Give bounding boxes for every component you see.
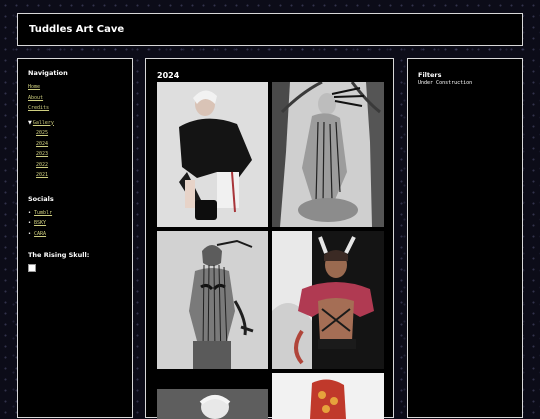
site-header: Tuddles Art Cave bbox=[17, 13, 523, 46]
nav-gallery-link[interactable]: Gallery bbox=[33, 120, 54, 126]
gallery-years: 2025 2024 2023 2022 2021 bbox=[28, 128, 122, 181]
sidebar: Navigation Home About Credits ▼Gallery 2… bbox=[17, 58, 133, 418]
cara-link[interactable]: CARA bbox=[34, 231, 46, 237]
gallery-year-2022-link[interactable]: 2022 bbox=[36, 160, 122, 171]
broken-image-icon[interactable] bbox=[28, 264, 36, 272]
gallery-year-2021-link[interactable]: 2021 bbox=[36, 170, 122, 181]
artwork-thumbnail[interactable] bbox=[272, 373, 384, 419]
socials-list: Tumblr BSKY CARA bbox=[28, 208, 122, 240]
gallery-year-2023-link[interactable]: 2023 bbox=[36, 149, 122, 160]
site-title: Tuddles Art Cave bbox=[29, 24, 125, 35]
triangle-down-icon: ▼ bbox=[28, 119, 32, 126]
year-heading: 2024 bbox=[157, 71, 180, 80]
gallery-toggle[interactable]: ▼Gallery bbox=[28, 114, 122, 129]
social-item: Tumblr bbox=[28, 208, 122, 219]
social-item: BSKY bbox=[28, 218, 122, 229]
bsky-link[interactable]: BSKY bbox=[34, 220, 46, 226]
filters-status: Under Construction bbox=[418, 80, 473, 86]
gallery-year-2024-link[interactable]: 2024 bbox=[36, 139, 122, 150]
rising-skull-heading: The Rising Skull: bbox=[28, 251, 90, 259]
artwork-thumbnail[interactable] bbox=[157, 389, 268, 419]
socials-heading: Socials bbox=[28, 194, 54, 203]
filters-heading: Filters bbox=[418, 71, 442, 79]
social-item: CARA bbox=[28, 229, 122, 240]
artwork-thumbnail[interactable] bbox=[272, 231, 384, 369]
tumblr-link[interactable]: Tumblr bbox=[34, 210, 52, 216]
artwork-thumbnail[interactable] bbox=[272, 82, 384, 227]
filters-panel: Filters Under Construction bbox=[407, 58, 523, 418]
nav-home-link[interactable]: Home bbox=[28, 82, 122, 93]
artwork-thumbnail[interactable] bbox=[157, 82, 268, 227]
nav-credits-link[interactable]: Credits bbox=[28, 103, 122, 114]
artwork-thumbnail[interactable] bbox=[157, 231, 268, 369]
nav-about-link[interactable]: About bbox=[28, 93, 122, 104]
gallery-panel: 2024 bbox=[145, 58, 394, 419]
navigation-heading: Navigation bbox=[28, 69, 68, 77]
gallery-year-2025-link[interactable]: 2025 bbox=[36, 128, 122, 139]
